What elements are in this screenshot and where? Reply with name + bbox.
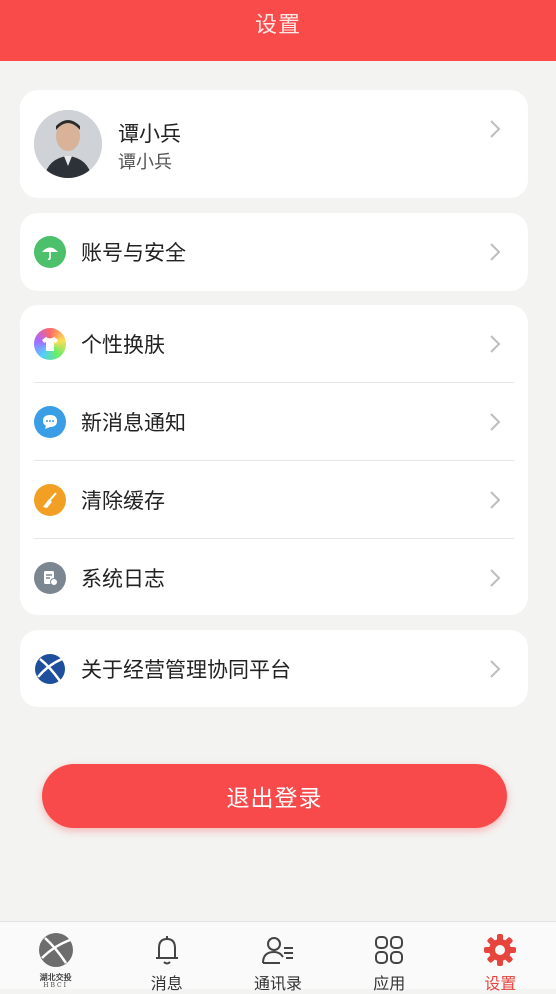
avatar [34,110,102,178]
tab-home-logo[interactable]: 湖北交投 HBCI [0,922,111,989]
apps-grid-icon [375,936,404,964]
settings-item-clear-cache[interactable]: 清除缓存 [20,461,528,539]
tab-contacts[interactable]: 通讯录 [222,922,333,993]
skin-label: 个性换肤 [81,333,165,357]
about-item[interactable]: 关于经营管理协同平台 [20,630,528,708]
tab-apps[interactable]: 应用 [334,922,445,993]
shirt-icon [34,328,66,360]
profile-subtitle: 谭小兵 [118,152,172,173]
company-logo-icon [38,933,73,967]
about-card: 关于经营管理协同平台 [20,630,528,707]
tab-settings[interactable]: 设置 [445,922,556,993]
about-label: 关于经营管理协同平台 [81,658,291,682]
gear-icon [484,934,517,966]
settings-item-skin[interactable]: 个性换肤 [20,305,528,383]
bottom-tab-bar: 湖北交投 HBCI 消息 通讯录 应用 设置 [0,921,556,993]
settings-item-system-log[interactable]: 系统日志 [20,539,528,617]
logout-button[interactable]: 退出登录 [42,764,507,828]
log-icon [34,562,66,594]
tab-settings-label: 设置 [484,974,517,993]
page-title: 设置 [254,12,301,38]
tab-messages[interactable]: 消息 [111,922,222,993]
settings-group: 个性换肤 新消息通知 清除缓存 系统日志 [20,305,528,615]
contacts-icon [262,937,293,964]
chevron-right-icon [490,660,501,678]
notifications-label: 新消息通知 [81,411,186,435]
profile-name: 谭小兵 [118,122,181,146]
bell-icon [155,936,178,965]
umbrella-icon [34,236,66,268]
top-bar: 设置 [0,0,556,61]
chevron-right-icon [490,569,501,587]
tab-apps-label: 应用 [373,974,406,993]
tab-contacts-label: 通讯录 [253,974,302,993]
clear-cache-label: 清除缓存 [81,489,165,513]
system-log-label: 系统日志 [81,567,165,591]
chevron-right-icon [490,120,501,138]
chat-bubble-icon [34,406,66,438]
tab-messages-label: 消息 [150,974,183,993]
chevron-right-icon [490,335,501,353]
settings-item-notifications[interactable]: 新消息通知 [20,383,528,461]
account-security-item[interactable]: 账号与安全 [20,213,528,291]
profile-card[interactable]: 谭小兵 谭小兵 [20,90,528,198]
chevron-right-icon [490,413,501,431]
chevron-right-icon [490,491,501,509]
chevron-right-icon [490,243,501,261]
platform-logo-icon [34,653,66,685]
account-security-label: 账号与安全 [81,241,186,265]
broom-icon [34,484,66,516]
logo-subtext: HBCI [43,982,68,989]
user-photo [34,110,102,178]
account-security-card: 账号与安全 [20,213,528,291]
